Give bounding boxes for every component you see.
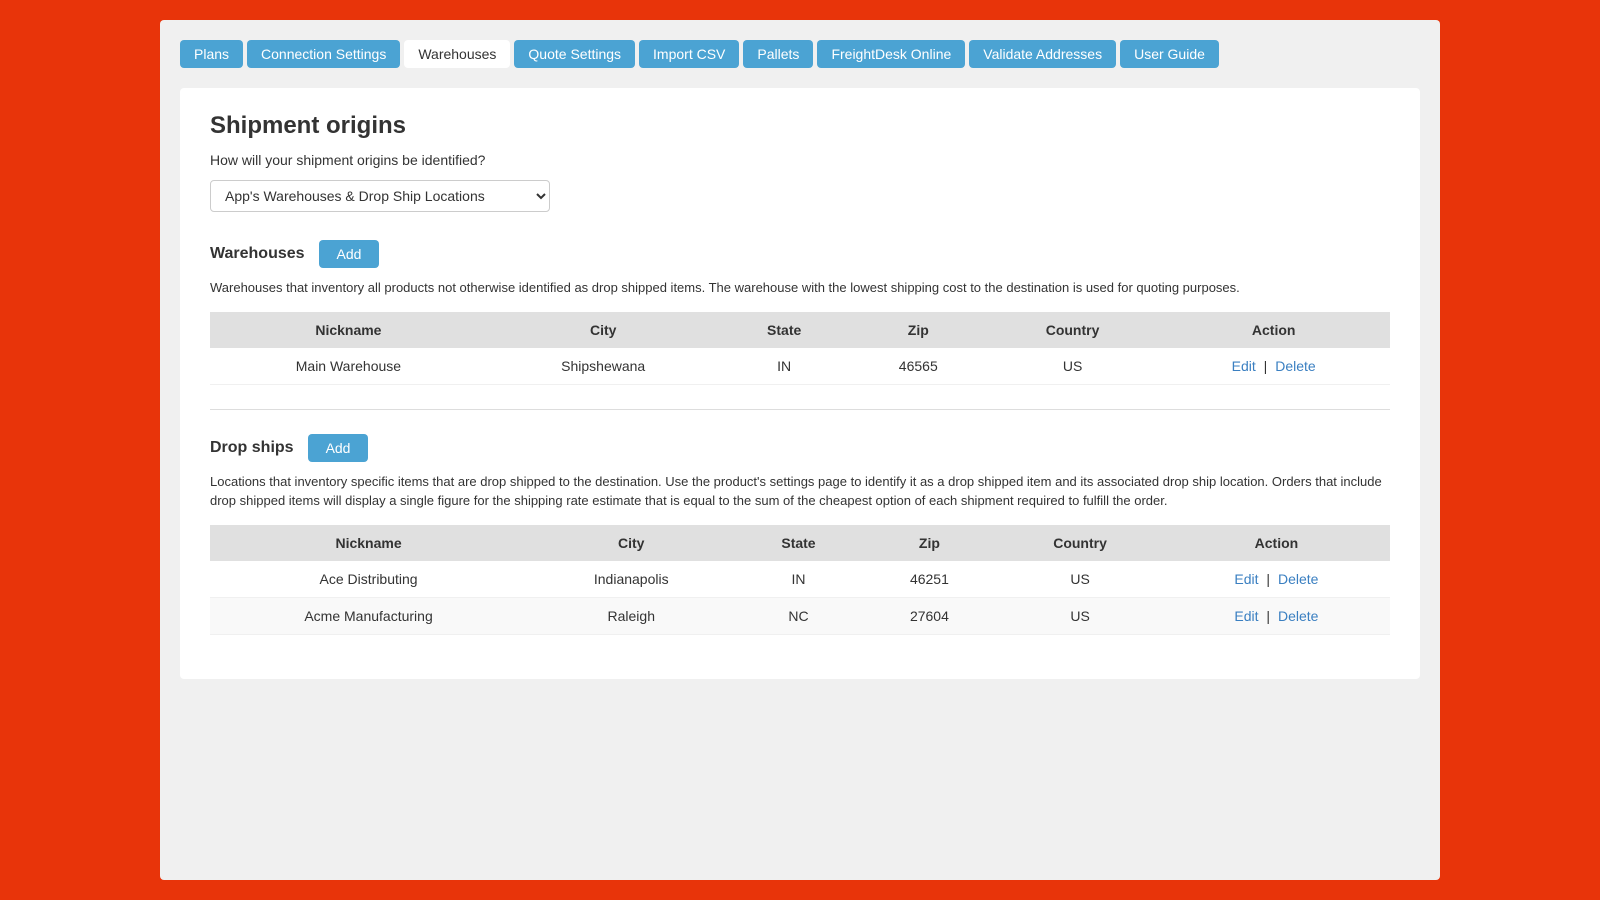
dropships-col-state: State — [735, 525, 861, 561]
dropships-col-action: Action — [1163, 525, 1390, 561]
warehouses-col-zip: Zip — [849, 312, 988, 348]
tab-connection-settings[interactable]: Connection Settings — [247, 40, 400, 68]
dropships-col-zip: Zip — [862, 525, 998, 561]
action-cell: Edit | Delete — [1157, 348, 1390, 385]
cell-nickname: Main Warehouse — [210, 348, 487, 385]
dropships-table-head: NicknameCityStateZipCountryAction — [210, 525, 1390, 561]
cell-city: Indianapolis — [527, 561, 735, 598]
content-area: Shipment origins How will your shipment … — [180, 88, 1420, 679]
warehouses-description: Warehouses that inventory all products n… — [210, 278, 1390, 298]
dropships-table-header-row: NicknameCityStateZipCountryAction — [210, 525, 1390, 561]
cell-nickname: Ace Distributing — [210, 561, 527, 598]
cell-zip: 27604 — [862, 597, 998, 634]
dropships-table-body: Ace DistributingIndianapolisIN46251USEdi… — [210, 561, 1390, 635]
delete-link[interactable]: Delete — [1275, 358, 1315, 374]
warehouses-col-city: City — [487, 312, 720, 348]
cell-city: Shipshewana — [487, 348, 720, 385]
dropships-section-header: Drop ships Add — [210, 434, 1390, 462]
origins-select[interactable]: App's Warehouses & Drop Ship LocationsSt… — [210, 180, 550, 212]
cell-country: US — [997, 597, 1163, 634]
dropships-description: Locations that inventory specific items … — [210, 472, 1390, 511]
dropships-col-city: City — [527, 525, 735, 561]
cell-state: IN — [735, 561, 861, 598]
cell-country: US — [988, 348, 1158, 385]
tab-pallets[interactable]: Pallets — [743, 40, 813, 68]
cell-state: NC — [735, 597, 861, 634]
dropships-title: Drop ships — [210, 439, 294, 457]
outer-container: PlansConnection SettingsWarehousesQuote … — [160, 20, 1440, 880]
edit-link[interactable]: Edit — [1232, 358, 1256, 374]
edit-link[interactable]: Edit — [1234, 571, 1258, 587]
dropships-add-button[interactable]: Add — [308, 434, 369, 462]
table-row: Acme ManufacturingRaleighNC27604USEdit |… — [210, 597, 1390, 634]
warehouses-col-country: Country — [988, 312, 1158, 348]
tab-freightdesk-online[interactable]: FreightDesk Online — [817, 40, 965, 68]
warehouses-section-header: Warehouses Add — [210, 240, 1390, 268]
action-separator: | — [1263, 571, 1274, 587]
cell-nickname: Acme Manufacturing — [210, 597, 527, 634]
table-row: Ace DistributingIndianapolisIN46251USEdi… — [210, 561, 1390, 598]
warehouses-title: Warehouses — [210, 245, 305, 263]
tab-warehouses[interactable]: Warehouses — [404, 40, 510, 68]
delete-link[interactable]: Delete — [1278, 571, 1318, 587]
warehouses-table-header-row: NicknameCityStateZipCountryAction — [210, 312, 1390, 348]
warehouses-col-action: Action — [1157, 312, 1390, 348]
cell-zip: 46565 — [849, 348, 988, 385]
cell-city: Raleigh — [527, 597, 735, 634]
edit-link[interactable]: Edit — [1234, 608, 1258, 624]
table-row: Main WarehouseShipshewanaIN46565USEdit |… — [210, 348, 1390, 385]
tab-user-guide[interactable]: User Guide — [1120, 40, 1219, 68]
warehouses-add-button[interactable]: Add — [319, 240, 380, 268]
action-separator: | — [1260, 358, 1271, 374]
warehouses-table-head: NicknameCityStateZipCountryAction — [210, 312, 1390, 348]
tab-quote-settings[interactable]: Quote Settings — [514, 40, 635, 68]
cell-state: IN — [720, 348, 849, 385]
tab-import-csv[interactable]: Import CSV — [639, 40, 739, 68]
dropships-table: NicknameCityStateZipCountryAction Ace Di… — [210, 525, 1390, 635]
tab-plans[interactable]: Plans — [180, 40, 243, 68]
delete-link[interactable]: Delete — [1278, 608, 1318, 624]
tab-validate-addresses[interactable]: Validate Addresses — [969, 40, 1116, 68]
cell-country: US — [997, 561, 1163, 598]
tabs-bar: PlansConnection SettingsWarehousesQuote … — [180, 40, 1420, 68]
origins-question: How will your shipment origins be identi… — [210, 152, 1390, 168]
warehouses-col-state: State — [720, 312, 849, 348]
action-cell: Edit | Delete — [1163, 597, 1390, 634]
action-separator: | — [1263, 608, 1274, 624]
page-title: Shipment origins — [210, 112, 1390, 140]
warehouses-col-nickname: Nickname — [210, 312, 487, 348]
cell-zip: 46251 — [862, 561, 998, 598]
warehouses-table: NicknameCityStateZipCountryAction Main W… — [210, 312, 1390, 385]
action-cell: Edit | Delete — [1163, 561, 1390, 598]
dropships-col-nickname: Nickname — [210, 525, 527, 561]
dropships-col-country: Country — [997, 525, 1163, 561]
warehouses-table-body: Main WarehouseShipshewanaIN46565USEdit |… — [210, 348, 1390, 385]
section-divider — [210, 409, 1390, 410]
